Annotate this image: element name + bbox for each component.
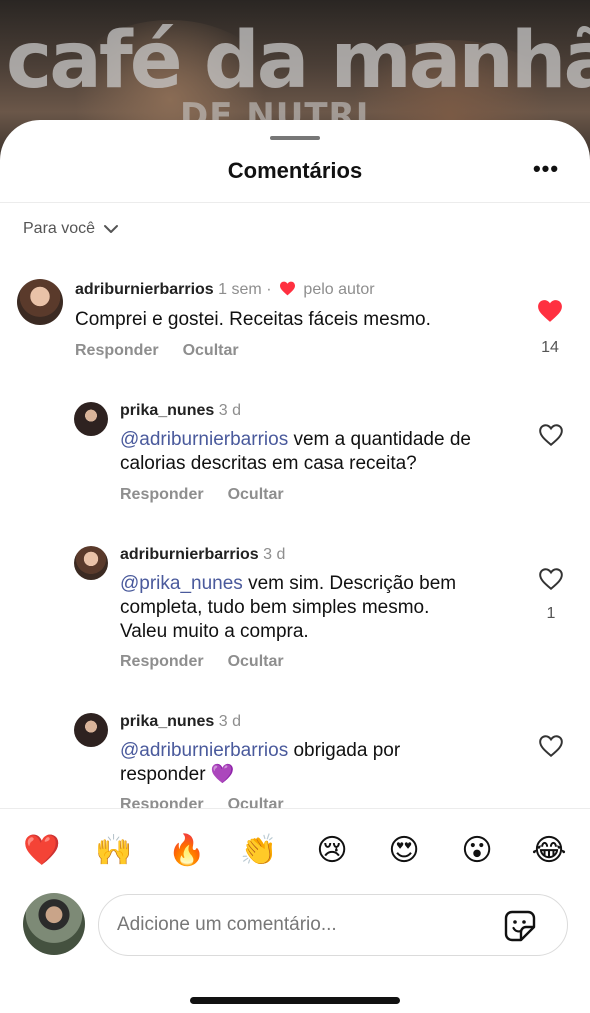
quick-reactions: ❤️ 🙌 🔥 👏 😢 😍 😮 😂 xyxy=(0,829,590,873)
emoji-raised-hands-button[interactable]: 🙌 xyxy=(92,829,136,873)
filter-label: Para você xyxy=(23,220,96,237)
comment-text-line: responder 💜 xyxy=(120,764,235,785)
comment-username[interactable]: prika_nunes xyxy=(120,402,214,419)
comment-actions: Responder Ocultar xyxy=(120,653,284,671)
avatar[interactable] xyxy=(74,546,108,580)
comment-text-line: obrigada por xyxy=(293,740,401,761)
comment-username[interactable]: adriburnierbarrios xyxy=(120,546,259,563)
comment-text-line: Valeu muito a compra. xyxy=(120,621,309,642)
comment-text-line: completa, tudo bem simples mesmo. xyxy=(120,597,430,618)
comment-text-line: calorias descritas em casa receita? xyxy=(120,453,417,474)
hide-button[interactable]: Ocultar xyxy=(228,653,284,671)
comment-text-line: vem a quantidade de xyxy=(293,429,471,450)
heart-outline-icon[interactable] xyxy=(538,734,564,758)
meta-separator: · xyxy=(266,281,272,298)
emoji-heart-eyes-button[interactable]: 😍 xyxy=(382,829,426,873)
comment-text: @adriburnierbarrios vem a quantidade de … xyxy=(120,428,520,476)
comment-actions: Responder Ocultar xyxy=(75,342,239,360)
comment-actions: Responder Ocultar xyxy=(120,486,284,504)
comment-meta: adriburnierbarrios 3 d xyxy=(120,546,285,564)
comment-text: Comprei e gostei. Receitas fáceis mesmo. xyxy=(75,309,431,330)
mention-link[interactable]: @adriburnierbarrios xyxy=(120,429,288,450)
mention-link[interactable]: @prika_nunes xyxy=(120,573,243,594)
filter-dropdown[interactable]: Para você xyxy=(23,220,119,238)
heart-outline-icon[interactable] xyxy=(538,423,564,447)
emoji-laughing-button[interactable]: 😂 xyxy=(527,829,571,873)
reply-button[interactable]: Responder xyxy=(120,486,204,504)
avatar[interactable] xyxy=(74,713,108,747)
comment-username[interactable]: prika_nunes xyxy=(120,713,214,730)
mention-link[interactable]: @adriburnierbarrios xyxy=(120,740,288,761)
heart-outline-icon[interactable] xyxy=(538,567,564,591)
emoji-clap-button[interactable]: 👏 xyxy=(237,829,281,873)
header-divider xyxy=(0,202,590,203)
avatar[interactable] xyxy=(17,279,63,325)
comment-meta: adriburnierbarrios 1 sem · pelo autor xyxy=(75,281,375,299)
comment-text-line: vem sim. Descrição bem xyxy=(248,573,457,594)
emoji-heart-button[interactable]: ❤️ xyxy=(20,829,64,873)
liked-by-author-label: pelo autor xyxy=(303,281,375,298)
more-horizontal-icon[interactable]: ••• xyxy=(531,156,561,184)
hide-button[interactable]: Ocultar xyxy=(228,486,284,504)
comment-time: 3 d xyxy=(263,546,286,563)
comment-meta: prika_nunes 3 d xyxy=(120,402,241,420)
sticker-icon[interactable] xyxy=(503,909,537,943)
drag-handle[interactable] xyxy=(270,136,320,140)
emoji-fire-button[interactable]: 🔥 xyxy=(165,829,209,873)
hide-button[interactable]: Ocultar xyxy=(183,342,239,360)
comment-text: @prika_nunes vem sim. Descrição bem comp… xyxy=(120,572,520,644)
heart-filled-icon[interactable] xyxy=(537,299,563,323)
comment-input[interactable] xyxy=(117,909,487,941)
comment-username[interactable]: adriburnierbarrios xyxy=(75,281,214,298)
emoji-surprised-button[interactable]: 😮 xyxy=(455,829,499,873)
chevron-down-icon xyxy=(104,225,119,233)
reply-button[interactable]: Responder xyxy=(75,342,159,360)
home-indicator[interactable] xyxy=(190,997,400,1004)
heart-filled-icon xyxy=(279,281,295,296)
comment-time: 1 sem xyxy=(218,281,262,298)
sheet-title: Comentários xyxy=(227,158,363,183)
comment-text: @adriburnierbarrios obrigada por respond… xyxy=(120,739,520,787)
like-count: 1 xyxy=(546,605,556,622)
emoji-crying-button[interactable]: 😢 xyxy=(310,829,354,873)
comment-meta: prika_nunes 3 d xyxy=(120,713,241,731)
reply-button[interactable]: Responder xyxy=(120,653,204,671)
comment-input-box[interactable] xyxy=(98,894,568,956)
current-user-avatar xyxy=(23,893,85,955)
like-count: 14 xyxy=(541,339,559,356)
background-title: café da manhã xyxy=(6,16,590,106)
comment-time: 3 d xyxy=(218,402,241,419)
comment-time: 3 d xyxy=(218,713,241,730)
composer-bar: ❤️ 🙌 🔥 👏 😢 😍 😮 😂 xyxy=(0,808,590,1013)
avatar[interactable] xyxy=(74,402,108,436)
